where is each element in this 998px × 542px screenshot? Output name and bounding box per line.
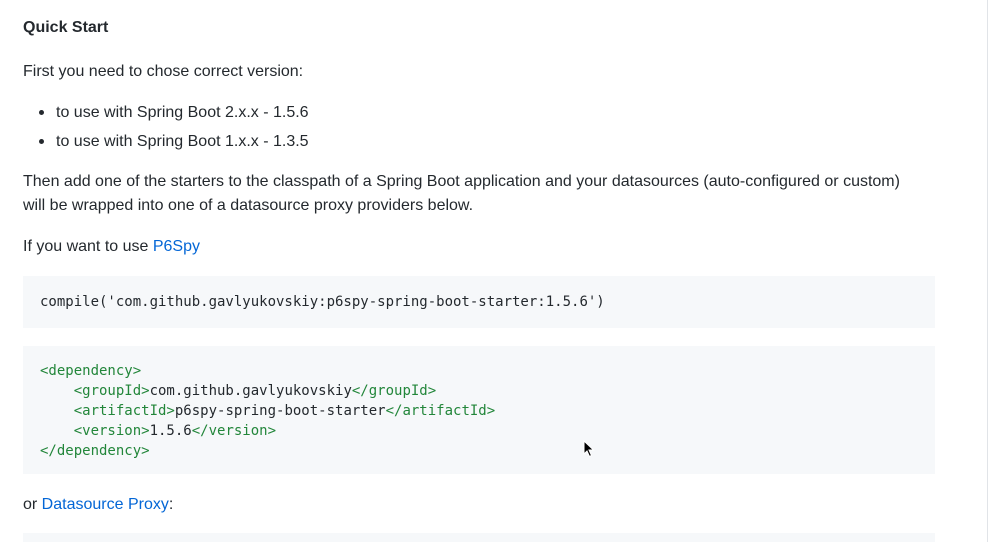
list-item: to use with Spring Boot 2.x.x - 1.5.6 xyxy=(23,98,309,127)
xml-tag: <groupId> xyxy=(73,383,150,399)
section-heading: Quick Start xyxy=(23,19,109,36)
p6spy-link[interactable]: P6Spy xyxy=(153,238,200,255)
p6spy-intro-prefix: If you want to use xyxy=(23,238,153,255)
xml-tag: </groupId> xyxy=(351,383,437,399)
page-edge-divider xyxy=(987,0,988,542)
xml-value: 1.5.6 xyxy=(149,423,192,439)
instructions-text: Then add one of the starters to the clas… xyxy=(23,173,900,214)
xml-tag: </version> xyxy=(191,423,277,439)
datasource-proxy-link[interactable]: Datasource Proxy xyxy=(42,496,169,513)
version-list: to use with Spring Boot 2.x.x - 1.5.6 to… xyxy=(23,98,309,156)
datasource-proxy-intro: or Datasource Proxy: xyxy=(23,493,173,517)
gradle-code: compile('com.github.gavlyukovskiy:p6spy-… xyxy=(40,294,605,310)
intro-text: First you need to chose correct version: xyxy=(23,63,304,80)
list-item: to use with Spring Boot 1.x.x - 1.3.5 xyxy=(23,127,309,156)
xml-value: com.github.gavlyukovskiy xyxy=(149,383,352,399)
maven-code-block[interactable]: <dependency> <groupId>com.github.gavlyuk… xyxy=(23,346,935,474)
or-prefix: or xyxy=(23,496,42,513)
xml-value: p6spy-spring-boot-starter xyxy=(174,403,386,419)
mouse-pointer-icon xyxy=(583,439,595,463)
xml-tag: <artifactId> xyxy=(73,403,175,419)
xml-tag: <dependency> xyxy=(40,363,142,379)
xml-tag: </dependency> xyxy=(40,443,150,459)
gradle-code-block[interactable]: compile('com.github.gavlyukovskiy:p6spy-… xyxy=(23,276,935,328)
xml-tag: <version> xyxy=(73,423,150,439)
or-suffix: : xyxy=(168,496,174,513)
p6spy-intro: If you want to use P6Spy xyxy=(23,235,200,259)
next-code-block[interactable] xyxy=(23,533,935,542)
xml-tag: </artifactId> xyxy=(385,403,496,419)
